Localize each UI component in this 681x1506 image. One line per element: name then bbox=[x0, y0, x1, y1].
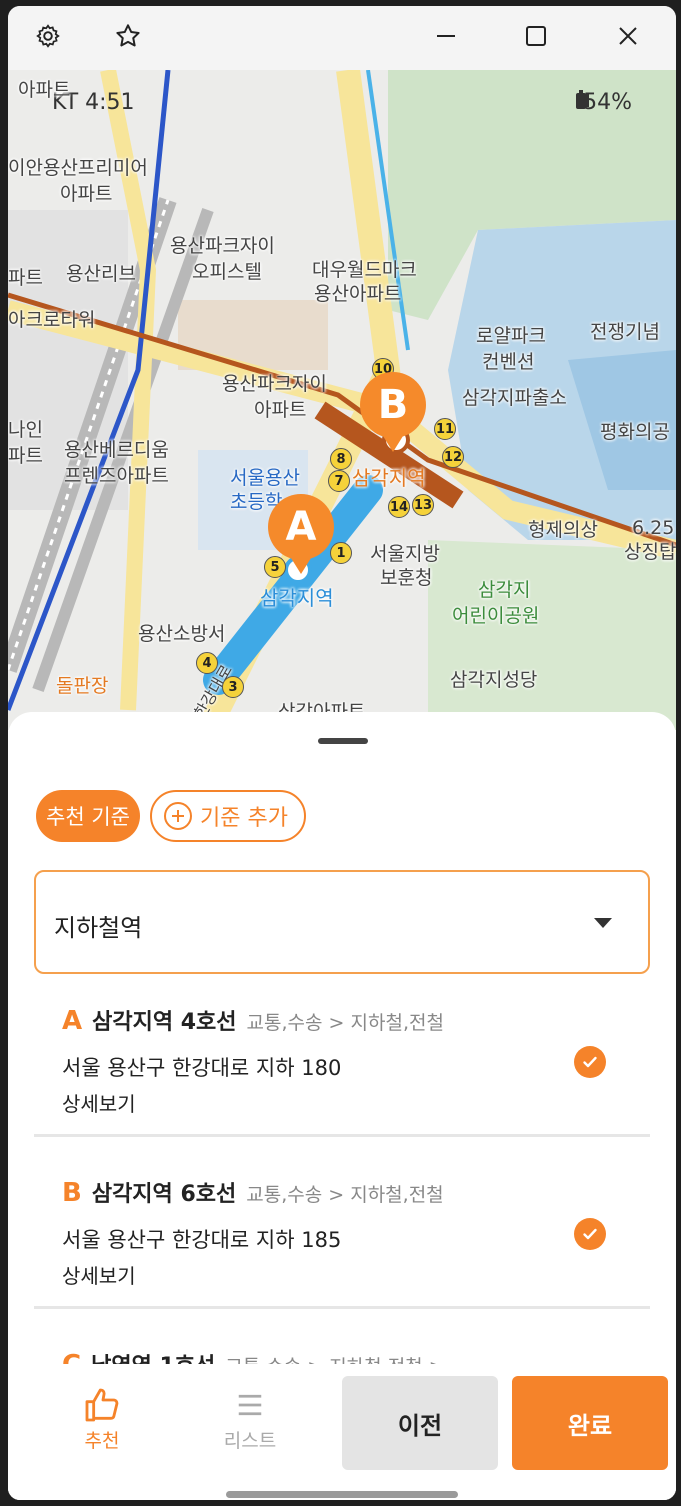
thumbs-up-icon bbox=[52, 1384, 152, 1426]
check-icon[interactable] bbox=[574, 1218, 606, 1250]
result-name: 삼각지역 4호선 bbox=[92, 1010, 237, 1035]
poi-label[interactable]: 평화의공 bbox=[600, 420, 670, 444]
prev-button[interactable]: 이전 bbox=[342, 1376, 498, 1470]
poi-label[interactable]: 6.25 bbox=[632, 516, 674, 540]
exit-marker[interactable]: 1 bbox=[330, 542, 352, 564]
poi-label[interactable]: 서울지방 bbox=[370, 542, 440, 566]
poi-label[interactable]: 형제의상 bbox=[528, 518, 598, 542]
exit-marker[interactable]: 5 bbox=[264, 556, 286, 578]
recommend-criteria-chip[interactable]: 추천 기준 bbox=[36, 790, 140, 842]
marker-b[interactable]: B bbox=[360, 372, 426, 452]
nav-recommend-label: 추천 bbox=[84, 1430, 120, 1452]
star-icon[interactable] bbox=[110, 18, 146, 54]
poi-label[interactable]: 아파트 bbox=[254, 398, 306, 422]
poi-label[interactable]: 상징탑 bbox=[624, 540, 676, 564]
list-icon bbox=[200, 1384, 300, 1426]
caret-down-icon bbox=[594, 918, 612, 928]
result-category: 교통,수송 > 지하철,전철 bbox=[246, 1184, 444, 1206]
divider bbox=[34, 1134, 650, 1137]
add-criteria-button[interactable]: 기준 추가 bbox=[150, 790, 306, 842]
result-address: 서울 용산구 한강대로 지하 185 bbox=[62, 1228, 342, 1252]
poi-label[interactable]: 용산아파트 bbox=[314, 282, 401, 306]
nav-list-label: 리스트 bbox=[223, 1430, 277, 1452]
nav-recommend[interactable]: 추천 bbox=[52, 1384, 152, 1453]
poi-label[interactable]: 아파트 bbox=[60, 182, 112, 206]
settings-icon[interactable] bbox=[30, 18, 66, 54]
exit-marker[interactable]: 12 bbox=[442, 446, 464, 468]
close-icon[interactable] bbox=[610, 18, 646, 54]
poi-label[interactable]: 삼각지 bbox=[478, 578, 530, 602]
station-label-b[interactable]: 삼각지역 bbox=[352, 466, 426, 490]
poi-label[interactable]: 전쟁기념 bbox=[590, 320, 660, 344]
exit-marker[interactable]: 11 bbox=[434, 418, 456, 440]
category-select[interactable]: 지하철역 bbox=[34, 870, 650, 974]
title-bar bbox=[8, 6, 676, 70]
nav-list[interactable]: 리스트 bbox=[200, 1384, 300, 1453]
poi-label[interactable]: 용산베르디움 bbox=[64, 438, 169, 462]
poi-label[interactable]: 대우월드마크 bbox=[312, 258, 417, 282]
result-item[interactable]: B 삼각지역 6호선 교통,수송 > 지하철,전철 서울 용산구 한강대로 지하… bbox=[34, 1172, 650, 1322]
result-detail-link[interactable]: 상세보기 bbox=[62, 1088, 136, 1117]
poi-label[interactable]: 파트 bbox=[8, 266, 43, 290]
minimize-icon[interactable] bbox=[428, 18, 464, 54]
exit-marker[interactable]: 13 bbox=[412, 494, 434, 516]
poi-label[interactable]: 컨벤션 bbox=[482, 350, 534, 374]
maximize-icon[interactable] bbox=[518, 18, 554, 54]
result-address: 서울 용산구 한강대로 지하 180 bbox=[62, 1056, 342, 1080]
poi-label[interactable]: 로얄파크 bbox=[476, 324, 546, 348]
poi-label[interactable]: 보훈청 bbox=[380, 566, 432, 590]
divider bbox=[34, 1306, 650, 1309]
phone-status-bar: KT 4:51 54% bbox=[8, 90, 676, 120]
poi-label[interactable]: 용산파크자이 bbox=[222, 372, 327, 396]
drag-handle[interactable] bbox=[318, 738, 368, 744]
result-letter: A bbox=[62, 1006, 83, 1036]
result-name: 삼각지역 6호선 bbox=[91, 1182, 237, 1207]
bottom-action-bar: 추천 리스트 이전 완료 bbox=[8, 1364, 676, 1500]
poi-label[interactable]: 프렌즈아파트 bbox=[64, 464, 169, 488]
done-button[interactable]: 완료 bbox=[512, 1376, 668, 1470]
poi-label[interactable]: 어린이공원 bbox=[452, 604, 539, 628]
poi-label[interactable]: 용산소방서 bbox=[138, 622, 225, 646]
poi-label[interactable]: 용산파크자이 bbox=[170, 234, 275, 258]
marker-a[interactable]: A bbox=[268, 494, 334, 574]
add-criteria-label: 기준 추가 bbox=[200, 806, 288, 831]
check-icon[interactable] bbox=[574, 1046, 606, 1078]
poi-label[interactable]: 아크로타워 bbox=[8, 308, 95, 332]
poi-label[interactable]: 서울용산 bbox=[230, 466, 300, 490]
result-detail-link[interactable]: 상세보기 bbox=[62, 1260, 136, 1289]
result-letter: B bbox=[62, 1178, 82, 1208]
poi-label[interactable]: 이안용산프리미어 bbox=[8, 156, 148, 180]
poi-label[interactable]: 나인 bbox=[8, 418, 43, 442]
exit-marker[interactable]: 7 bbox=[328, 470, 350, 492]
exit-marker[interactable]: 4 bbox=[196, 652, 218, 674]
poi-label[interactable]: 오피스텔 bbox=[192, 260, 262, 284]
exit-marker[interactable]: 8 bbox=[330, 448, 352, 470]
home-indicator[interactable] bbox=[226, 1491, 458, 1498]
poi-label[interactable]: 돌판장 bbox=[56, 674, 108, 698]
poi-label[interactable]: 파트 bbox=[8, 444, 43, 468]
select-value: 지하철역 bbox=[54, 914, 143, 942]
poi-label[interactable]: 용산리브 bbox=[66, 262, 136, 286]
poi-label[interactable]: 삼각지성당 bbox=[450, 668, 537, 692]
result-category: 교통,수송 > 지하철,전철 bbox=[246, 1012, 444, 1034]
map-view[interactable]: KT 4:51 54% 아파트 이안용산프리미어 아파트 용산파크자이 오피스텔… bbox=[8, 70, 676, 730]
poi-label[interactable]: 삼각지파출소 bbox=[462, 386, 567, 410]
exit-marker[interactable]: 3 bbox=[222, 676, 244, 698]
station-label-a[interactable]: 삼각지역 bbox=[260, 586, 334, 610]
app-window: KT 4:51 54% 아파트 이안용산프리미어 아파트 용산파크자이 오피스텔… bbox=[8, 6, 676, 1500]
result-item[interactable]: A 삼각지역 4호선 교통,수송 > 지하철,전철 서울 용산구 한강대로 지하… bbox=[34, 1000, 650, 1150]
plus-icon bbox=[164, 802, 192, 830]
exit-marker[interactable]: 14 bbox=[388, 496, 410, 518]
poi-label[interactable]: 아파트 bbox=[18, 78, 70, 102]
